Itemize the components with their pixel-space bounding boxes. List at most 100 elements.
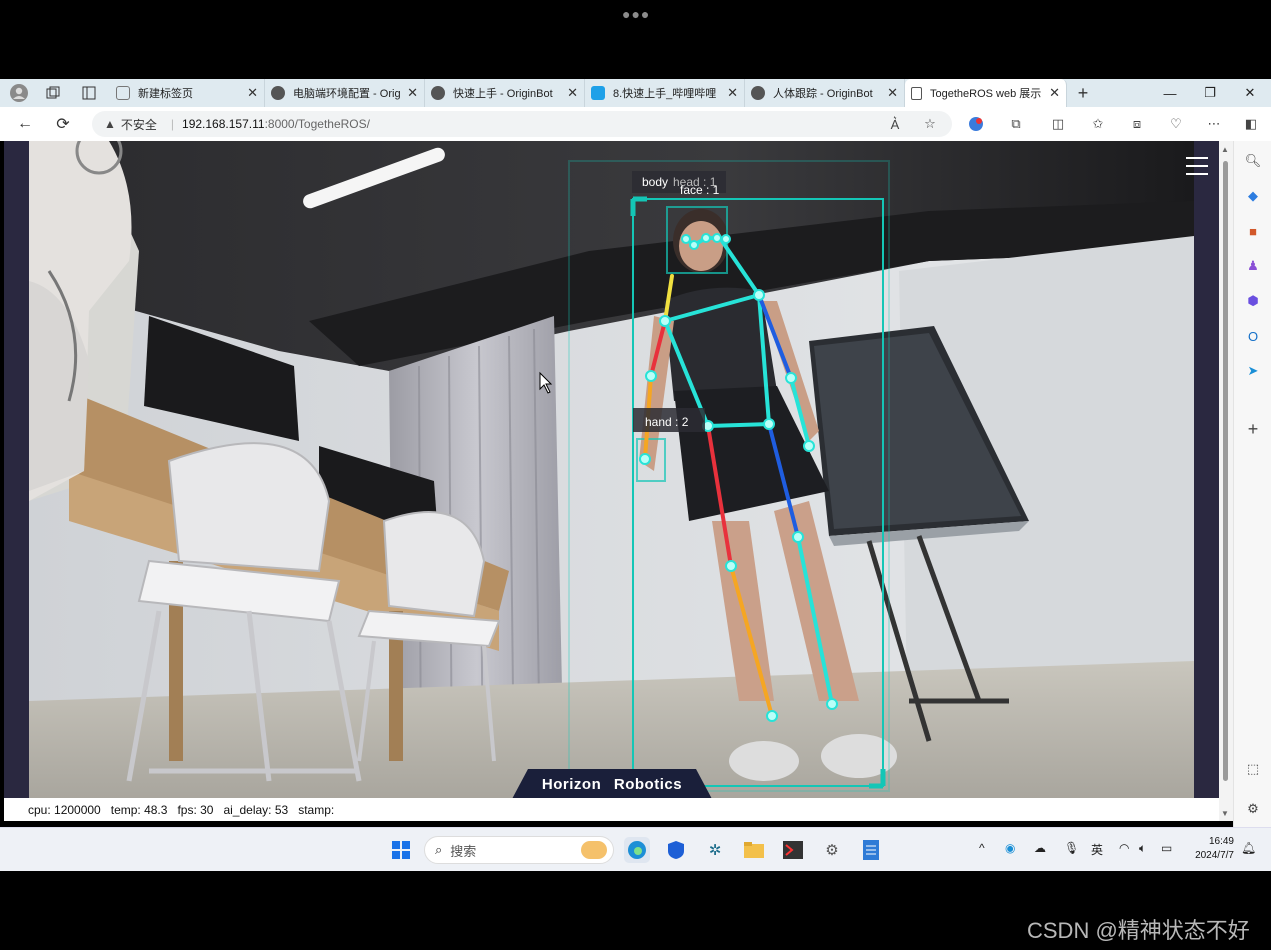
browser-tab-bar: 新建标签页 ✕ 电脑端环境配置 - Orig ✕ 快速上手 - OriginBo… [0,79,1271,107]
system-clock[interactable]: 16:49 2024/7/7 [1186,835,1234,863]
warning-icon: ▲ [104,117,116,131]
tab-quick-start[interactable]: 快速上手 - OriginBot ✕ [425,79,585,107]
restore-button[interactable]: ❐ [1190,79,1230,107]
window-handle-dots[interactable]: ●●● [622,6,650,22]
ai-delay-readout: ai_delay: 53 [223,802,289,817]
extension-icon[interactable] [966,114,986,134]
more-menu-icon[interactable]: ⋯ [1204,114,1224,134]
battery-icon[interactable]: ▭ [1161,841,1172,855]
close-icon[interactable]: ✕ [887,85,898,101]
cloud-icon[interactable]: ☁ [1034,841,1046,855]
clock-date: 2024/7/7 [1195,850,1234,861]
address-toolbar: ← ⟳ ▲ 不安全 | 192.168.157.11:8000/TogetheR… [0,107,1271,141]
bilibili-favicon-icon [591,86,605,100]
status-bar: cpu: 1200000 temp: 48.3 fps: 30 ai_delay… [4,798,1219,821]
close-icon[interactable]: ✕ [407,85,418,101]
search-placeholder: 搜索 [450,843,477,859]
url-host: 192.168.157.11 [182,117,265,131]
document-icon [911,86,922,100]
minimize-button[interactable]: — [1150,79,1190,107]
hand-label: hand : 2 [645,415,689,429]
divider: | [170,117,175,131]
browser-essentials-icon[interactable]: ♡ [1166,114,1186,134]
body-label: body [642,175,668,189]
security-app-icon[interactable] [663,837,689,863]
camera-frame-image: body head : 1 face : 1 hand : 2 [29,141,1194,798]
close-icon[interactable]: ✕ [727,85,738,101]
tab-pc-env-setup[interactable]: 电脑端环境配置 - Orig ✕ [265,79,425,107]
gear-icon[interactable]: ⚙ [1243,799,1263,819]
ime-indicator[interactable]: 英 [1091,841,1103,858]
workspaces-icon[interactable] [42,82,64,104]
close-icon[interactable]: ✕ [247,85,258,101]
tab-title: 新建标签页 [138,88,193,100]
fps-readout: fps: 30 [177,802,214,817]
close-icon[interactable]: ✕ [567,85,578,101]
scroll-down-icon[interactable]: ▼ [1221,809,1229,818]
wifi-icon[interactable]: ◠ [1119,841,1129,855]
notification-bell-icon[interactable]: 🔔︎ [1241,841,1256,855]
volume-icon[interactable]: 🔈︎ [1139,841,1146,856]
shopping-tag-icon[interactable]: ◆ [1243,186,1263,206]
search-icon[interactable]: 🔍︎ [1243,151,1263,171]
tab-title: 8.快速上手_哔哩哔哩 [613,88,717,100]
split-screen-icon[interactable]: ◫ [1048,114,1068,134]
tab-bilibili[interactable]: 8.快速上手_哔哩哔哩 ✕ [585,79,745,107]
tab-title: 快速上手 - OriginBot [453,88,553,100]
favorite-star-icon[interactable]: ☆ [920,114,940,134]
tab-togetheros-web[interactable]: TogetheROS web 展示 ✕ [905,79,1067,107]
file-explorer-icon[interactable] [741,837,767,863]
back-button[interactable]: ← [13,113,37,135]
send-icon[interactable]: ➤ [1243,361,1263,381]
chevron-up-icon[interactable]: ^ [979,841,985,855]
search-highlight-icon [581,841,607,859]
page-scrollbar[interactable]: ▲ ▼ [1219,141,1233,821]
terminal-app-icon[interactable] [780,837,806,863]
search-icon: ⌕ [435,842,443,857]
windows-start-icon[interactable] [388,837,414,863]
add-icon[interactable]: + [1243,419,1263,439]
address-input[interactable]: ▲ 不安全 | 192.168.157.11:8000/TogetheROS/ [92,111,952,137]
cpu-readout: cpu: 1200000 [28,802,101,817]
close-window-button[interactable]: ✕ [1230,79,1270,107]
new-tab-icon [116,86,130,100]
vertical-tabs-icon[interactable] [78,82,100,104]
tab-new-tab[interactable]: 新建标签页 ✕ [110,79,265,107]
hamburger-menu-icon[interactable] [1186,157,1208,175]
brand-banner: Horizon Robotics [512,769,712,799]
collections-icon[interactable]: ⧈ [1127,114,1147,134]
temp-readout: temp: 48.3 [110,802,168,817]
games-icon[interactable]: ♟ [1243,256,1263,276]
app-tray-icon[interactable]: ◉ [1005,841,1015,855]
tools-icon[interactable]: ■ [1243,221,1263,241]
edge-browser-icon[interactable] [624,837,650,863]
microphone-icon[interactable]: 🎙︎ [1064,841,1079,855]
watermark: CSDN @精神状态不好 [1027,918,1250,943]
sidebar-toggle-icon[interactable]: ◧ [1241,114,1261,134]
copilot-icon[interactable]: ⬢ [1243,291,1263,311]
new-tab-button[interactable]: + [1067,83,1099,104]
screen: ●●● 新建标签页 ✕ 电脑端环境配置 - Orig ✕ 快速上手 - Orig… [0,0,1271,950]
profile-icon[interactable] [8,82,30,104]
originbot-favicon-icon [751,86,765,100]
notepad-app-icon[interactable] [858,837,884,863]
taskbar-search-input[interactable]: ⌕ 搜索 [424,836,614,864]
settings-app-icon[interactable]: ⚙ [819,837,845,863]
tab-body-tracking[interactable]: 人体跟踪 - OriginBot ✕ [745,79,905,107]
originbot-favicon-icon [431,86,445,100]
favorites-icon[interactable]: ✩ [1088,114,1108,134]
close-icon[interactable]: ✕ [1049,85,1060,101]
outlook-icon[interactable]: O [1243,326,1263,346]
security-status[interactable]: 不安全 [121,116,157,133]
edge-sidebar: 🔍︎ ◆ ■ ♟ ⬢ O ➤ + ⬚ ⚙ [1233,141,1271,827]
url-path: :8000/TogetheROS/ [264,117,370,131]
tab-title: 人体跟踪 - OriginBot [773,88,873,100]
network-app-icon[interactable]: ✲ [702,837,728,863]
read-aloud-icon[interactable]: A͛ [885,114,905,134]
scroll-up-icon[interactable]: ▲ [1221,145,1229,154]
screenshot-icon[interactable]: ⬚ [1243,759,1263,779]
extensions-puzzle-icon[interactable]: ⧉ [1006,114,1026,134]
refresh-button[interactable]: ⟳ [51,113,75,135]
scrollbar-thumb[interactable] [1223,161,1228,781]
windows-taskbar: ⌕ 搜索 ✲ ⚙ ^ ◉ ☁ 🎙︎ 英 ◠ 🔈︎ ▭ 16:49 2024/7/… [0,827,1271,871]
